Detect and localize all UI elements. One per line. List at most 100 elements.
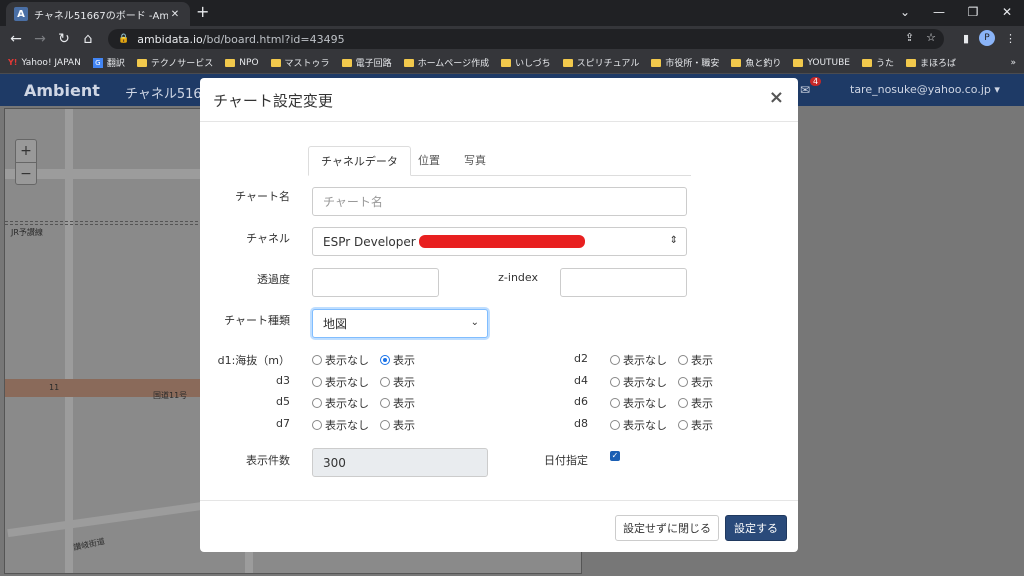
count-input[interactable]: 300 [312, 448, 488, 477]
minimize-icon[interactable]: — [922, 0, 956, 26]
modal-close-icon[interactable]: × [769, 87, 784, 108]
radio-hide[interactable] [312, 377, 322, 387]
opacity-label: 透過度 [257, 273, 290, 286]
profile-avatar[interactable]: P [979, 30, 995, 46]
map-road [65, 109, 73, 573]
chart-settings-modal: チャート設定変更 × チャネルデータ 位置 写真 チャート名 チャート名 チャネ… [200, 78, 798, 552]
map-label: 国道11号 [153, 391, 188, 400]
radio-show[interactable] [678, 398, 688, 408]
bookmark-item[interactable]: ホームページ作成 [403, 56, 489, 69]
radio-hide-label: 表示なし [325, 397, 369, 410]
tab-close-icon[interactable]: ✕ [168, 9, 182, 20]
radio-show[interactable] [380, 420, 390, 430]
bookmark-item[interactable]: いしづち [501, 56, 551, 69]
bookmarks-overflow-icon[interactable]: » [1010, 58, 1016, 68]
back-icon[interactable]: ← [4, 31, 28, 47]
window-close-icon[interactable]: ✕ [990, 0, 1024, 26]
reload-icon[interactable]: ↻ [52, 31, 76, 47]
radio-hide[interactable] [312, 398, 322, 408]
tab-search-icon[interactable]: ⌄ [888, 0, 922, 26]
folder-icon [731, 58, 742, 67]
zindex-input[interactable] [560, 268, 687, 297]
user-menu[interactable]: tare_nosuke@yahoo.co.jp ▾ [850, 83, 1000, 96]
zoom-in-button[interactable]: + [16, 140, 36, 162]
bookmark-item[interactable]: NPO [225, 58, 259, 68]
data-row-label: d4 [574, 374, 588, 387]
board-name: チャネル5166 [125, 87, 210, 102]
radio-show-label: 表示 [393, 419, 415, 432]
date-checkbox[interactable]: ✓ [610, 451, 620, 461]
radio-hide-label: 表示なし [623, 354, 667, 367]
radio-hide[interactable] [610, 355, 620, 365]
forward-icon[interactable]: → [28, 31, 52, 47]
select-arrows-icon: ⇕ [669, 235, 678, 246]
lock-icon: 🔒 [118, 34, 130, 44]
data-row-radio-group: 表示なし 表示 [312, 395, 415, 411]
window-controls: ⌄ — ❐ ✕ [888, 0, 1024, 26]
modal-header: チャート設定変更 × [200, 78, 798, 122]
bookmark-label: 市役所・職安 [665, 59, 720, 69]
bookmark-item[interactable]: YOUTUBE [793, 58, 850, 68]
bookmark-label: うた [876, 59, 895, 69]
date-label: 日付指定 [544, 454, 588, 467]
data-row-label: d6 [574, 395, 588, 408]
new-tab-icon[interactable]: + [196, 4, 209, 20]
radio-show-label: 表示 [691, 419, 713, 432]
share-icon[interactable]: ⇪ [905, 31, 914, 44]
bookmark-star-icon[interactable]: ☆ [926, 31, 936, 44]
save-settings-button[interactable]: 設定する [725, 515, 787, 541]
brand-logo[interactable]: Ambient [24, 81, 100, 100]
home-icon[interactable]: ⌂ [76, 31, 100, 47]
radio-hide[interactable] [610, 377, 620, 387]
bookmark-label: スピリチュアル [576, 59, 640, 69]
radio-hide[interactable] [312, 420, 322, 430]
tab-channel-data[interactable]: チャネルデータ [308, 146, 411, 176]
radio-show[interactable] [380, 398, 390, 408]
bookmark-item[interactable]: スピリチュアル [562, 56, 640, 69]
bookmark-item[interactable]: まほろば [906, 56, 956, 69]
opacity-input[interactable] [312, 268, 439, 297]
radio-show[interactable] [678, 355, 688, 365]
radio-hide[interactable] [312, 355, 322, 365]
mail-icon[interactable]: ✉ [800, 83, 810, 97]
radio-show[interactable] [380, 377, 390, 387]
folder-icon [403, 58, 414, 67]
radio-show[interactable] [678, 420, 688, 430]
browser-tab[interactable]: A チャネル51667のボード -Ambient ✕ [6, 2, 190, 26]
bookmark-item[interactable]: 電子回路 [341, 56, 392, 69]
chart-type-select[interactable]: 地図 ⌄ [312, 309, 488, 338]
url-field[interactable]: 🔒 ambidata.io /bd/board.html?id=43495 ⇪ … [108, 29, 944, 49]
restore-icon[interactable]: ❐ [956, 0, 990, 26]
bookmark-item[interactable]: うた [862, 56, 894, 69]
browser-menu-icon[interactable]: ⋮ [1005, 32, 1016, 45]
radio-show[interactable] [380, 355, 390, 365]
radio-show[interactable] [678, 377, 688, 387]
tab-photo[interactable]: 写真 [452, 146, 498, 176]
translate-icon: G [92, 57, 103, 68]
side-panel-icon[interactable]: ▮ [963, 32, 969, 45]
data-row-label: d5 [276, 395, 290, 408]
tab-location[interactable]: 位置 [406, 146, 452, 176]
folder-icon [501, 58, 512, 67]
ambient-favicon-icon: A [14, 7, 28, 21]
channel-select[interactable]: ESPr Developer ⇕ [312, 227, 687, 256]
bookmark-item[interactable]: 市役所・職安 [651, 56, 719, 69]
chart-name-label: チャート名 [235, 190, 290, 203]
radio-hide[interactable] [610, 398, 620, 408]
chevron-down-icon: ⌄ [470, 317, 479, 328]
chart-type-label: チャート種類 [224, 314, 290, 327]
data-row-radio-group: 表示なし 表示 [312, 374, 415, 390]
data-row-label: d2 [574, 352, 588, 365]
chart-name-input[interactable]: チャート名 [312, 187, 687, 216]
close-without-saving-button[interactable]: 設定せずに閉じる [615, 515, 719, 541]
url-path: /bd/board.html?id=43495 [202, 32, 345, 46]
radio-hide[interactable] [610, 420, 620, 430]
bookmark-item[interactable]: テクノサービス [136, 56, 213, 69]
bookmark-item[interactable]: マストゥラ [270, 56, 330, 69]
bookmark-item[interactable]: G 翻訳 [92, 56, 125, 69]
radio-hide-label: 表示なし [325, 419, 369, 432]
zoom-out-button[interactable]: − [16, 162, 36, 184]
radio-show-label: 表示 [691, 397, 713, 410]
bookmark-item[interactable]: Y! Yahoo! JAPAN [8, 58, 81, 68]
bookmark-item[interactable]: 魚と釣り [731, 56, 781, 69]
